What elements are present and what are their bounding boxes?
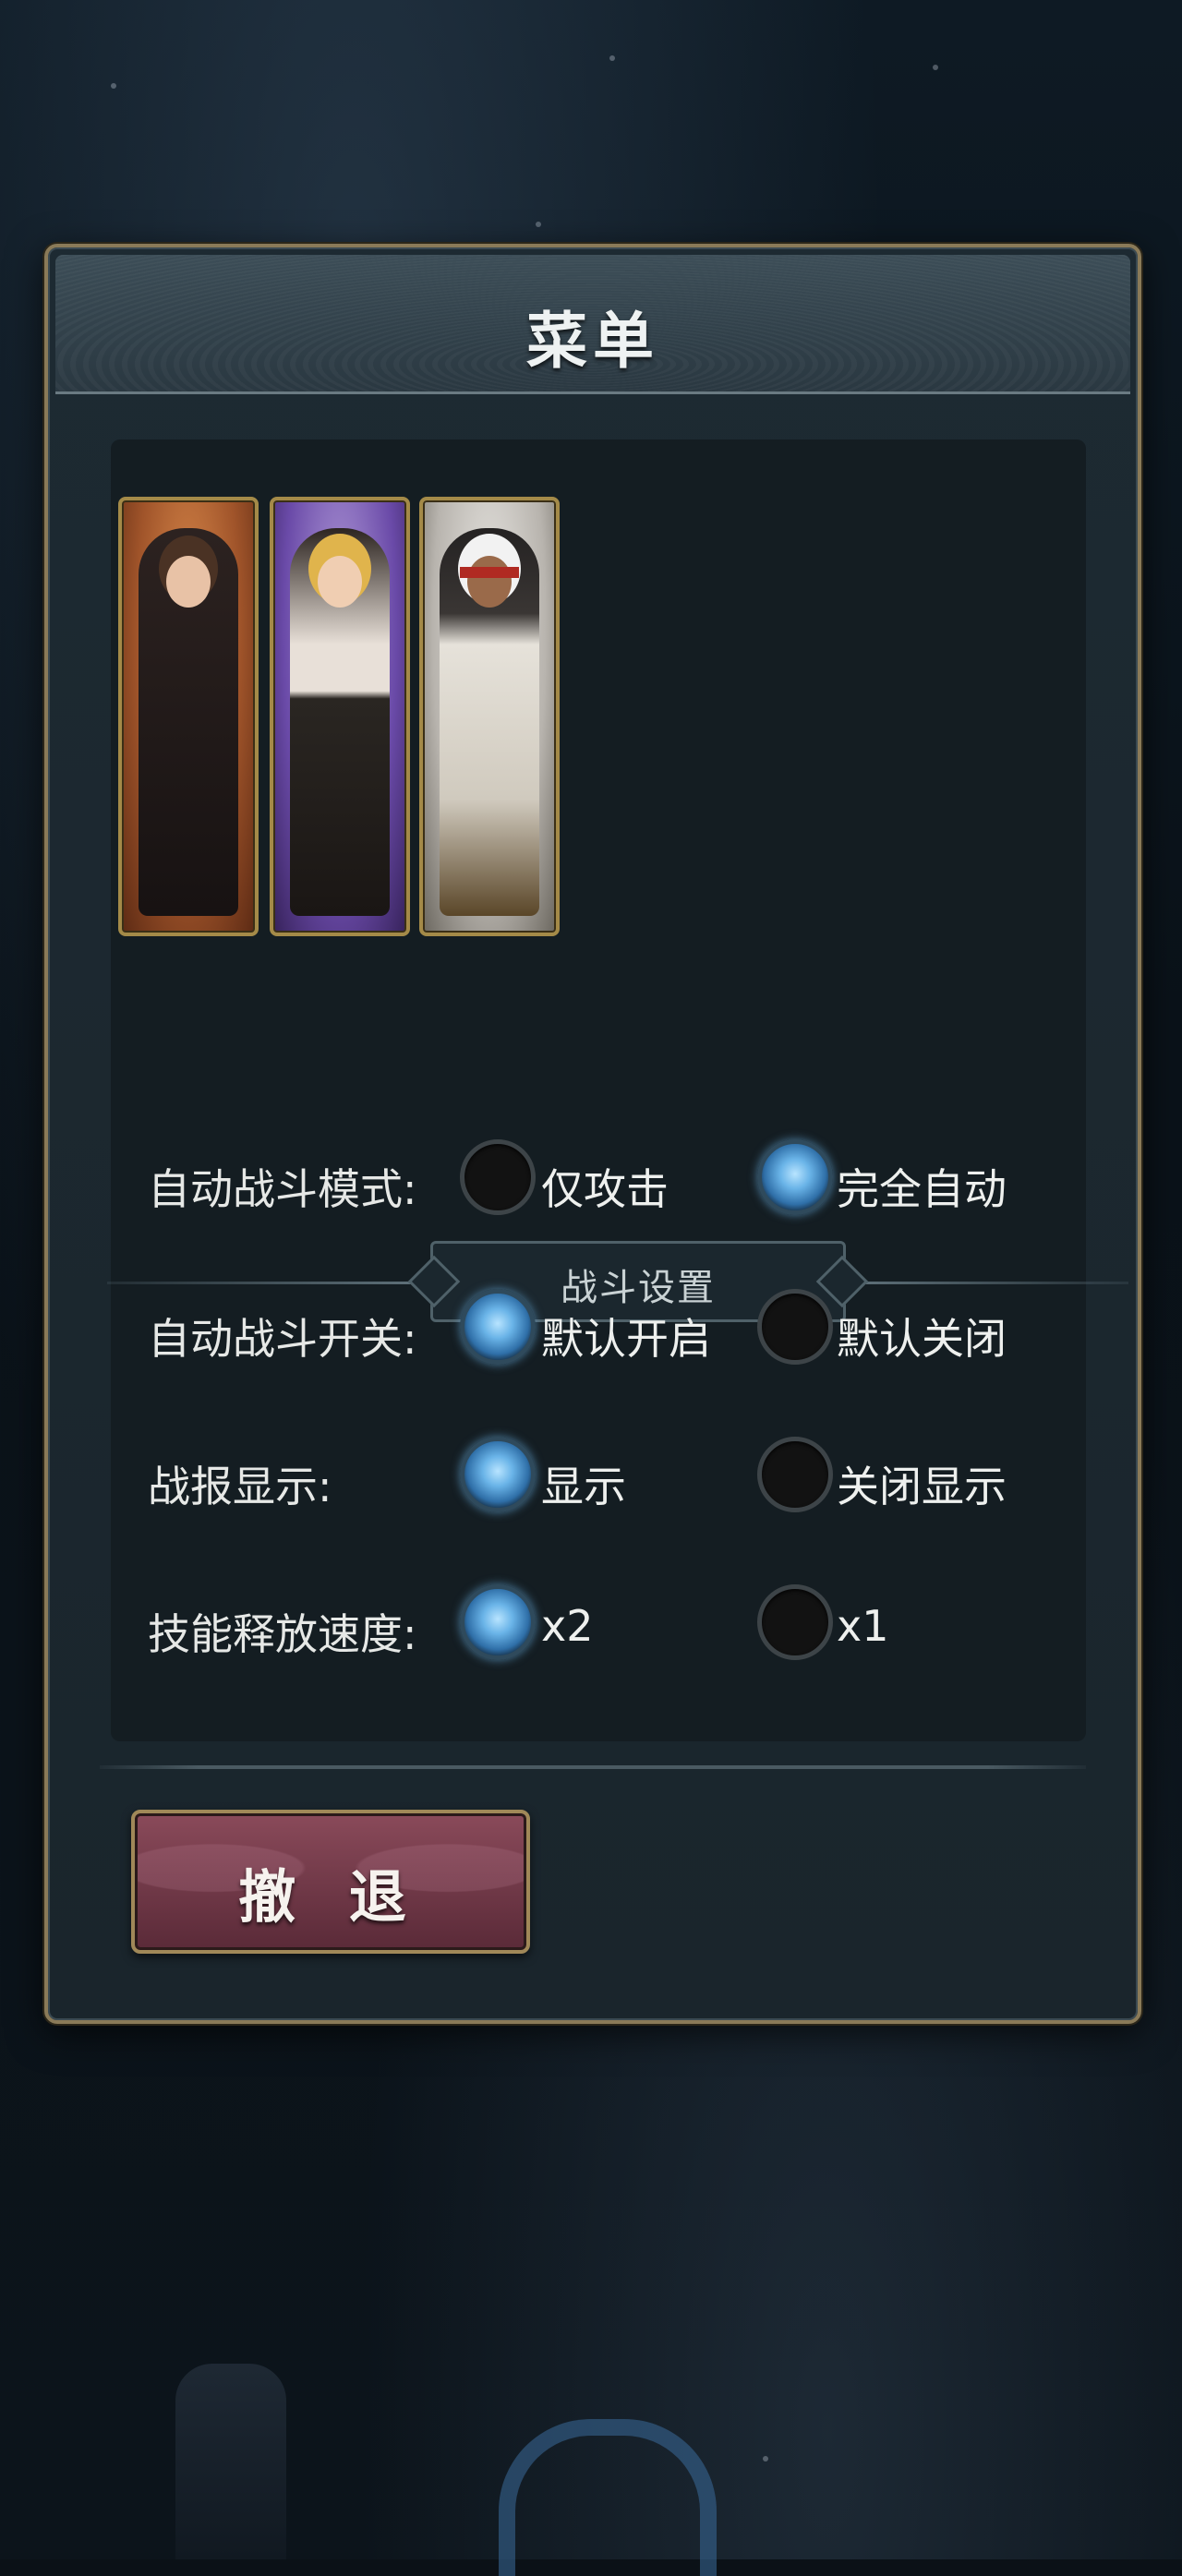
radio-hide[interactable] (757, 1437, 833, 1512)
radio-speed-x1[interactable] (757, 1584, 833, 1660)
character-card-3[interactable] (419, 497, 560, 936)
retreat-button[interactable]: 撤 退 (131, 1810, 530, 1954)
setting-row-skill-speed: 技能释放速度: x2 x1 (148, 1577, 1071, 1679)
star-decoration (536, 222, 541, 227)
character-head (166, 556, 211, 608)
setting-row-battle-report: 战报显示: 显示 关闭显示 (148, 1429, 1071, 1531)
star-decoration (933, 65, 938, 70)
star-decoration (111, 83, 116, 89)
radio-attack-only[interactable] (460, 1139, 536, 1215)
setting-row-auto-battle-switch: 自动战斗开关: 默认开启 默认关闭 (148, 1282, 1071, 1383)
radio-speed-x2[interactable] (460, 1584, 536, 1660)
setting-row-auto-battle-mode: 自动战斗模式: 仅攻击 完全自动 (148, 1132, 1071, 1234)
background-portal (499, 2419, 717, 2576)
bottom-divider (100, 1765, 1086, 1769)
option-label[interactable]: 关闭显示 (837, 1453, 1007, 1514)
option-label[interactable]: x1 (837, 1601, 889, 1651)
setting-label: 自动战斗开关: (148, 1314, 417, 1364)
radio-full-auto[interactable] (757, 1139, 833, 1215)
setting-label: 技能释放速度: (148, 1609, 417, 1659)
option-label[interactable]: 默认开启 (541, 1306, 711, 1366)
radio-default-off[interactable] (757, 1289, 833, 1365)
headband (460, 567, 519, 578)
character-card-1[interactable] (118, 497, 259, 936)
star-decoration (609, 55, 615, 61)
option-label[interactable]: 默认关闭 (837, 1306, 1007, 1366)
setting-label: 自动战斗模式: (148, 1164, 417, 1214)
option-label[interactable]: 仅攻击 (541, 1156, 669, 1217)
menu-title: 菜单 (526, 305, 659, 377)
background-pillar (175, 2364, 286, 2559)
character-head (318, 556, 362, 608)
star-decoration (763, 2456, 768, 2462)
character-head (467, 556, 512, 608)
option-label[interactable]: x2 (541, 1601, 594, 1651)
radio-show[interactable] (460, 1437, 536, 1512)
radio-default-on[interactable] (460, 1289, 536, 1365)
character-card-2[interactable] (270, 497, 410, 936)
option-label[interactable]: 显示 (541, 1453, 626, 1514)
menu-header: 菜单 (55, 255, 1130, 394)
option-label[interactable]: 完全自动 (837, 1156, 1007, 1217)
setting-label: 战报显示: (148, 1462, 332, 1511)
retreat-button-label: 撤 退 (238, 1863, 423, 1931)
